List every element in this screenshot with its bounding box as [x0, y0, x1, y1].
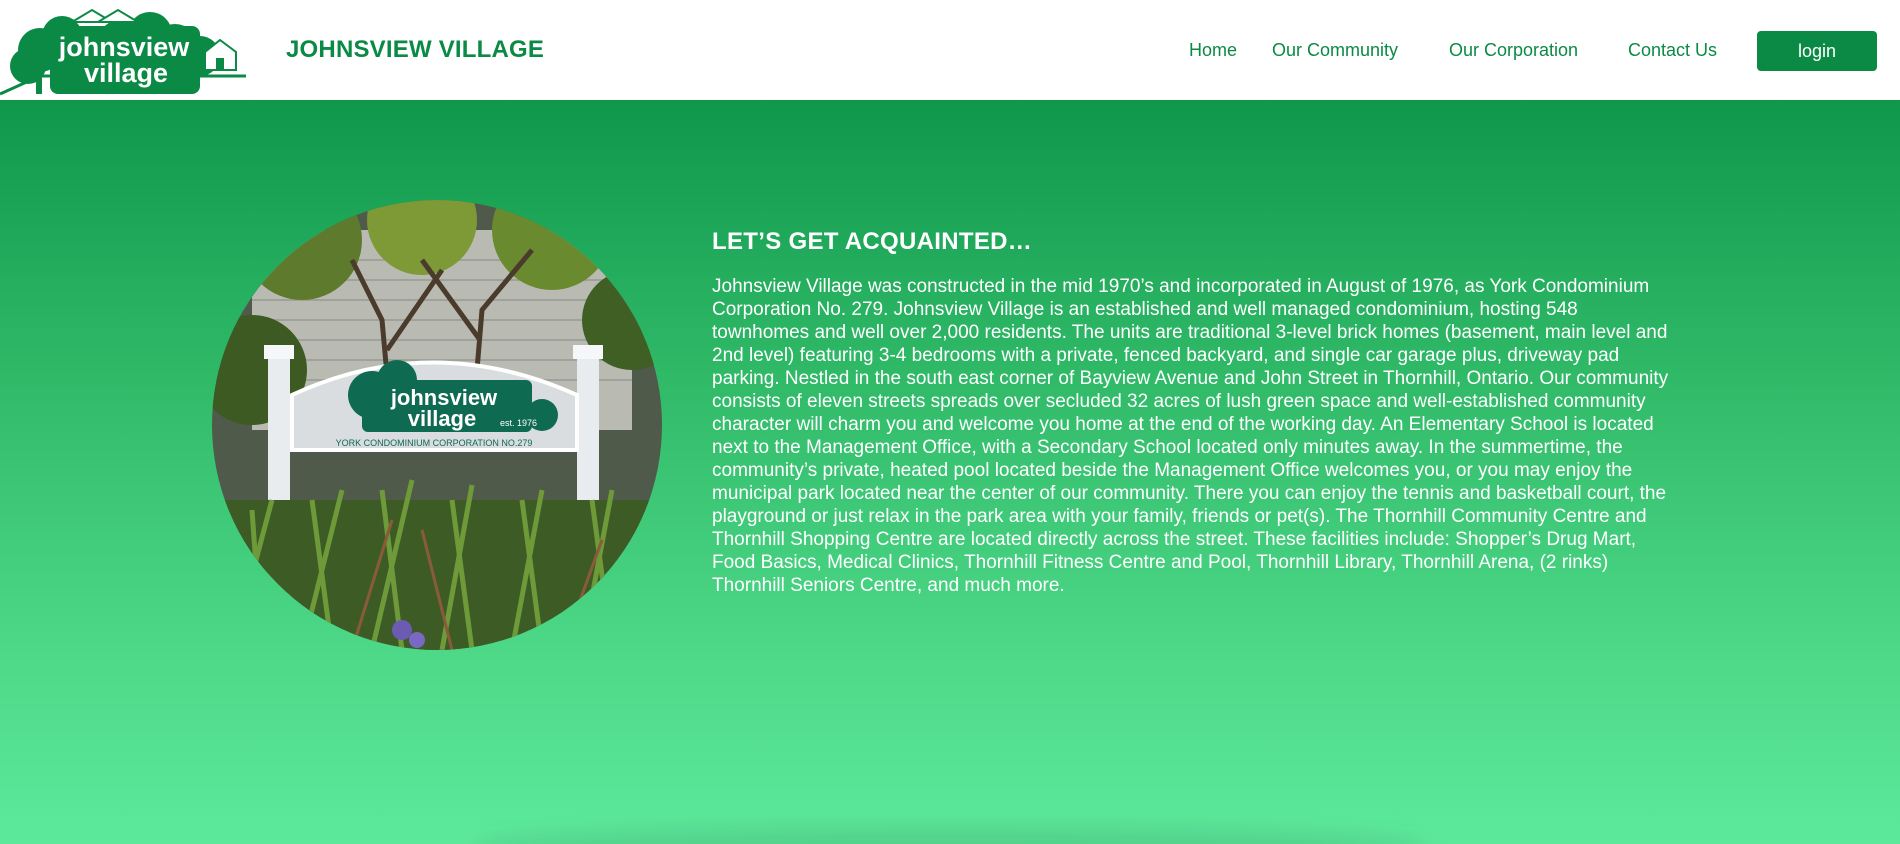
logo-graphic: johnsview village: [0, 8, 246, 96]
login-button[interactable]: login: [1757, 31, 1877, 71]
about-section: johnsview village est. 1976 YORK CONDOMI…: [0, 100, 1900, 844]
sign-photo-graphic: johnsview village est. 1976 YORK CONDOMI…: [212, 200, 662, 650]
section-shadow: [470, 828, 1430, 844]
site-header: johnsview village JOHNSVIEW VILLAGE Home…: [0, 0, 1900, 100]
community-sign-photo: johnsview village est. 1976 YORK CONDOMI…: [212, 200, 662, 650]
sign-est-text: est. 1976: [500, 418, 537, 428]
logo-text-line2: village: [84, 58, 168, 88]
nav-our-community[interactable]: Our Community: [1272, 40, 1398, 61]
site-title[interactable]: JOHNSVIEW VILLAGE: [286, 36, 544, 64]
sign-caption-text: YORK CONDOMINIUM CORPORATION NO.279: [336, 438, 533, 448]
johnsview-village-logo[interactable]: johnsview village: [0, 6, 246, 98]
about-heading: LET’S GET ACQUAINTED…: [712, 228, 1033, 255]
nav-home[interactable]: Home: [1189, 40, 1237, 61]
about-body-text: Johnsview Village was constructed in the…: [712, 276, 1669, 596]
nav-contact-us[interactable]: Contact Us: [1628, 40, 1717, 61]
sign-text-line2: village: [408, 406, 476, 431]
nav-our-corporation[interactable]: Our Corporation: [1449, 40, 1578, 61]
